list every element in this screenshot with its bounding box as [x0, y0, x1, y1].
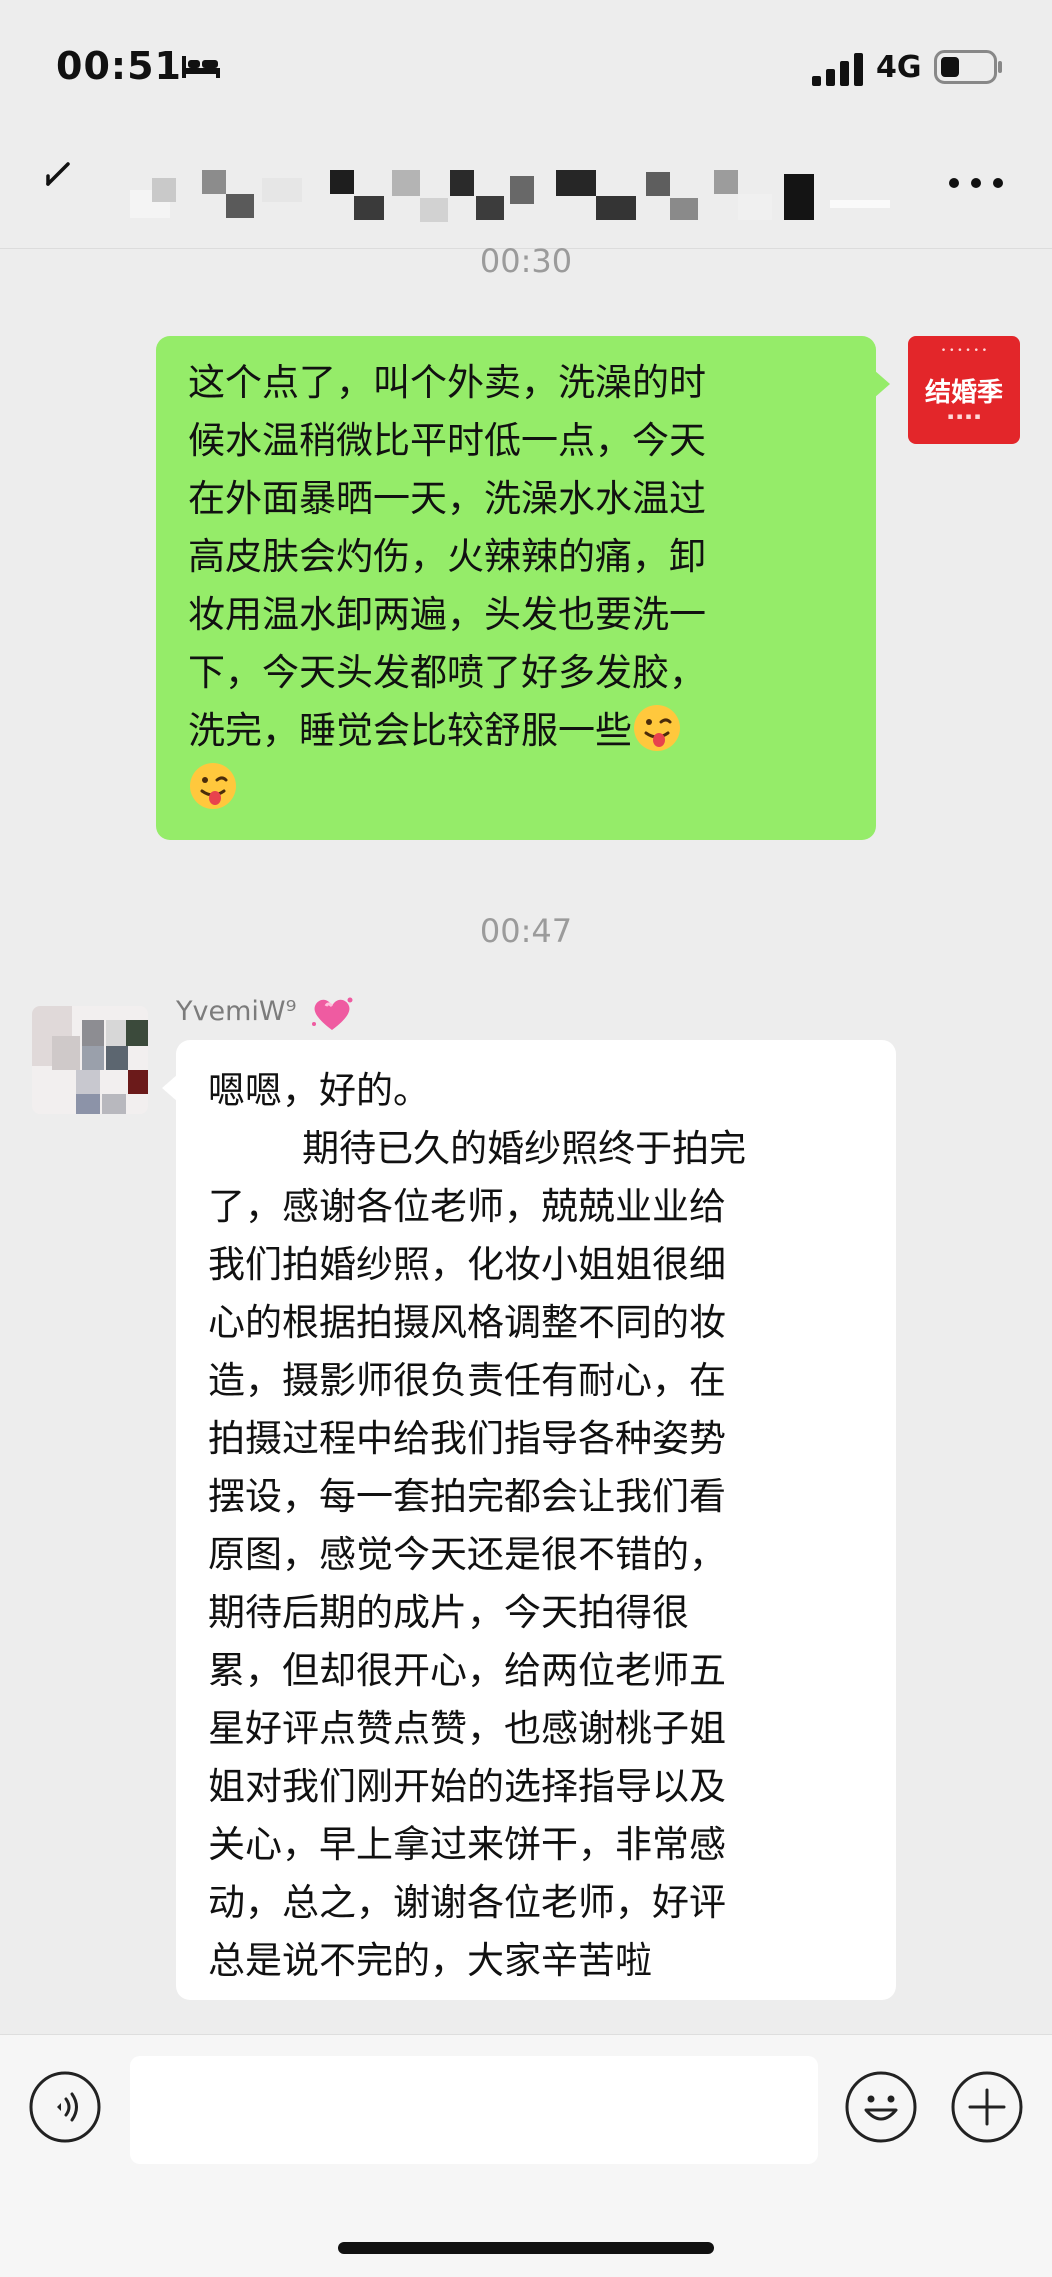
- outgoing-message-text: 这个点了，叫个外卖，洗澡的时 候水温稍微比平时低一点，今天 在外面暴晒一天，洗澡…: [188, 361, 706, 752]
- back-arrow-icon[interactable]: [38, 158, 78, 198]
- status-time: 00:51: [56, 44, 182, 88]
- outgoing-message-bubble[interactable]: 这个点了，叫个外卖，洗澡的时 候水温稍微比平时低一点，今天 在外面暴晒一天，洗澡…: [156, 336, 890, 840]
- home-indicator[interactable]: [338, 2242, 714, 2254]
- plus-icon[interactable]: [950, 2070, 1024, 2144]
- status-bar: 00:51 4G: [0, 0, 1052, 140]
- incoming-message-bubble[interactable]: 嗯嗯，好的。 期待已久的婚纱照终于拍完 了，感谢各位老师，兢兢业业给 我们拍婚纱…: [162, 1040, 896, 2000]
- battery-low-icon: [934, 50, 1002, 84]
- sparkling-heart-icon: [312, 997, 353, 1030]
- avatar-title: 结婚季: [924, 378, 1003, 408]
- avatar-decoration: • • • • • •: [940, 346, 988, 356]
- my-avatar[interactable]: • • • • • • 结婚季 ▪ ▪ ▪ ▪: [908, 336, 1020, 444]
- wink-tongue-emoji-icon: [634, 705, 680, 751]
- voice-icon[interactable]: [28, 2070, 102, 2144]
- wink-tongue-emoji-icon: [190, 763, 236, 809]
- sender-avatar[interactable]: [32, 1006, 148, 1114]
- more-dots-icon[interactable]: [946, 168, 1006, 198]
- bed-icon: [182, 56, 220, 78]
- incoming-message-text: 嗯嗯，好的。 期待已久的婚纱照终于拍完 了，感谢各位老师，兢兢业业给 我们拍婚纱…: [208, 1069, 747, 1982]
- emoji-icon[interactable]: [844, 2070, 918, 2144]
- sender-name: YvemiW⁹: [176, 996, 297, 1027]
- message-input[interactable]: [130, 2056, 818, 2164]
- network-type: 4G: [876, 50, 922, 85]
- timestamp: 00:30: [479, 242, 573, 280]
- signal-bars-icon: [812, 53, 863, 86]
- timestamp: 00:47: [479, 912, 573, 950]
- chat-title-censored: [130, 170, 890, 222]
- avatar-decoration: ▪ ▪ ▪ ▪: [947, 412, 981, 422]
